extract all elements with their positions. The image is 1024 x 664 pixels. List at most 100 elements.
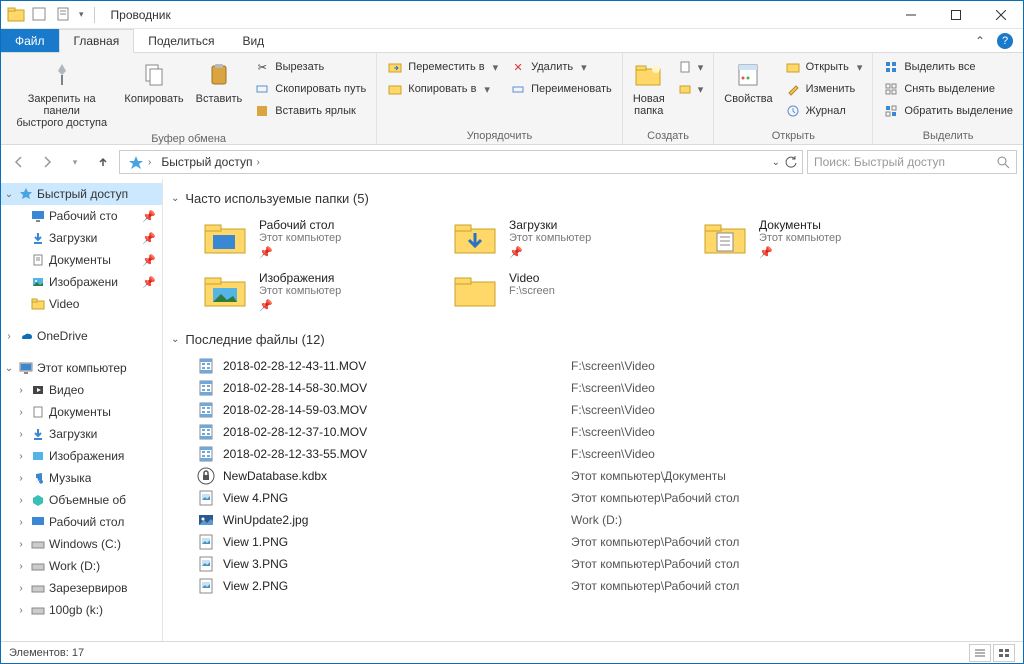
file-row[interactable]: 2018-02-28-14-59-03.MOVF:\screen\Video bbox=[197, 399, 1013, 421]
folder-item[interactable]: ДокументыЭтот компьютер📌 bbox=[697, 214, 937, 263]
refresh-button[interactable] bbox=[784, 155, 798, 169]
content-pane[interactable]: ⌄ Часто используемые папки (5) Рабочий с… bbox=[163, 179, 1023, 641]
open-button[interactable]: Открыть▾ bbox=[781, 57, 867, 77]
tree-drive-backup[interactable]: ›Зарезервиров bbox=[1, 577, 162, 599]
documents-icon bbox=[30, 404, 46, 420]
tree-videos[interactable]: ›Видео bbox=[1, 379, 162, 401]
nav-recent-button[interactable]: ▾ bbox=[63, 150, 87, 174]
copy-to-button[interactable]: Копировать в▾ bbox=[383, 79, 502, 99]
breadcrumb-dropdown-icon[interactable]: ⌄ bbox=[772, 157, 780, 168]
file-row[interactable]: View 1.PNGЭтот компьютер\Рабочий стол bbox=[197, 531, 1013, 553]
maximize-button[interactable] bbox=[933, 1, 978, 29]
nav-forward-button[interactable] bbox=[35, 150, 59, 174]
tab-share[interactable]: Поделиться bbox=[134, 29, 228, 52]
tree-documents[interactable]: Документы📌 bbox=[1, 249, 162, 271]
file-row[interactable]: View 2.PNGЭтот компьютер\Рабочий стол bbox=[197, 575, 1013, 597]
pin-button[interactable]: Закрепить на панели быстрого доступа bbox=[7, 57, 116, 131]
tree-downloads[interactable]: Загрузки📌 bbox=[1, 227, 162, 249]
nav-up-button[interactable] bbox=[91, 150, 115, 174]
file-row[interactable]: View 4.PNG Этот компьютер\Рабочий стол bbox=[197, 487, 1013, 509]
file-row[interactable]: NewDatabase.kdbxЭтот компьютер\Документы bbox=[197, 465, 1013, 487]
drive-icon bbox=[30, 580, 46, 596]
qa-dropdown-icon[interactable]: ▾ bbox=[79, 9, 84, 20]
breadcrumb[interactable]: › Быстрый доступ› ⌄ bbox=[119, 150, 803, 174]
close-button[interactable] bbox=[978, 1, 1023, 29]
qa-props-icon[interactable] bbox=[55, 6, 73, 24]
nav-tree[interactable]: ⌄Быстрый доступ Рабочий сто📌 Загрузки📌 Д… bbox=[1, 179, 163, 641]
tab-file[interactable]: Файл bbox=[1, 29, 59, 52]
copy-path-icon bbox=[254, 81, 270, 97]
easy-access-button[interactable]: ▾ bbox=[673, 79, 708, 99]
tree-video[interactable]: Video bbox=[1, 293, 162, 315]
tree-onedrive[interactable]: ›OneDrive bbox=[1, 325, 162, 347]
folder-item[interactable]: VideoF:\screen bbox=[447, 267, 687, 316]
tree-drive-d[interactable]: ›Work (D:) bbox=[1, 555, 162, 577]
file-path: Этот компьютер\Рабочий стол bbox=[571, 491, 739, 505]
properties-button[interactable]: Свойства bbox=[720, 57, 776, 107]
section-recent-files[interactable]: ⌄ Последние файлы (12) bbox=[167, 326, 1013, 355]
paste-shortcut-button[interactable]: Вставить ярлык bbox=[250, 101, 370, 121]
pictures-icon bbox=[30, 274, 46, 290]
ribbon-collapse-icon[interactable]: ⌃ bbox=[975, 34, 985, 48]
folder-location: F:\screen bbox=[509, 285, 555, 297]
breadcrumb-root-icon[interactable]: › bbox=[124, 154, 155, 170]
file-row[interactable]: 2018-02-28-12-33-55.MOVF:\screen\Video bbox=[197, 443, 1013, 465]
file-row[interactable]: 2018-02-28-14-58-30.MOVF:\screen\Video bbox=[197, 377, 1013, 399]
copy-path-button[interactable]: Скопировать путь bbox=[250, 79, 370, 99]
star-icon bbox=[18, 186, 34, 202]
rename-button[interactable]: Переименовать bbox=[506, 79, 616, 99]
nav-back-button[interactable] bbox=[7, 150, 31, 174]
section-frequent-folders[interactable]: ⌄ Часто используемые папки (5) bbox=[167, 185, 1013, 214]
select-all-button[interactable]: Выделить все bbox=[879, 57, 1017, 77]
tree-this-pc[interactable]: ⌄Этот компьютер bbox=[1, 357, 162, 379]
minimize-button[interactable] bbox=[888, 1, 933, 29]
file-path: Work (D:) bbox=[571, 513, 622, 527]
tree-music[interactable]: ›Музыка bbox=[1, 467, 162, 489]
qa-save-icon[interactable] bbox=[31, 6, 49, 24]
tree-pictures[interactable]: Изображени📌 bbox=[1, 271, 162, 293]
tree-pictures2[interactable]: ›Изображения bbox=[1, 445, 162, 467]
breadcrumb-seg-0[interactable]: Быстрый доступ› bbox=[157, 155, 263, 169]
history-button[interactable]: Журнал bbox=[781, 101, 867, 121]
new-item-button[interactable]: ▾ bbox=[673, 57, 708, 77]
file-row[interactable]: WinUpdate2.jpgWork (D:) bbox=[197, 509, 1013, 531]
tree-desktop2[interactable]: ›Рабочий стол bbox=[1, 511, 162, 533]
tree-documents2[interactable]: ›Документы bbox=[1, 401, 162, 423]
file-icon bbox=[197, 577, 215, 595]
file-name: View 4.PNG bbox=[223, 491, 563, 505]
file-row[interactable]: View 3.PNGЭтот компьютер\Рабочий стол bbox=[197, 553, 1013, 575]
help-icon[interactable]: ? bbox=[997, 33, 1013, 49]
new-folder-button[interactable]: Новая папка bbox=[629, 57, 669, 119]
cut-button[interactable]: ✂Вырезать bbox=[250, 57, 370, 77]
properties-icon bbox=[732, 59, 764, 91]
copy-button[interactable]: Копировать bbox=[120, 57, 187, 107]
delete-button[interactable]: ✕Удалить▾ bbox=[506, 57, 616, 77]
invert-selection-button[interactable]: Обратить выделение bbox=[879, 101, 1017, 121]
tree-desktop[interactable]: Рабочий сто📌 bbox=[1, 205, 162, 227]
file-icon bbox=[197, 555, 215, 573]
folder-name: Video bbox=[509, 271, 555, 285]
paste-button[interactable]: Вставить bbox=[192, 57, 247, 107]
open-icon bbox=[785, 59, 801, 75]
edit-button[interactable]: Изменить bbox=[781, 79, 867, 99]
tree-3d-objects[interactable]: ›Объемные об bbox=[1, 489, 162, 511]
tree-downloads2[interactable]: ›Загрузки bbox=[1, 423, 162, 445]
view-details-button[interactable] bbox=[969, 644, 991, 662]
file-row[interactable]: 2018-02-28-12-37-10.MOVF:\screen\Video bbox=[197, 421, 1013, 443]
documents-icon bbox=[30, 252, 46, 268]
tab-view[interactable]: Вид bbox=[228, 29, 278, 52]
select-none-button[interactable]: Снять выделение bbox=[879, 79, 1017, 99]
folder-location: Этот компьютер bbox=[509, 232, 591, 244]
pin-icon: 📌 bbox=[759, 246, 841, 259]
search-input[interactable] bbox=[807, 150, 1017, 174]
folder-item[interactable]: ЗагрузкиЭтот компьютер📌 bbox=[447, 214, 687, 263]
folder-item[interactable]: Рабочий столЭтот компьютер📌 bbox=[197, 214, 437, 263]
folder-item[interactable]: ИзображенияЭтот компьютер📌 bbox=[197, 267, 437, 316]
move-to-button[interactable]: Переместить в▾ bbox=[383, 57, 502, 77]
tree-quick-access[interactable]: ⌄Быстрый доступ bbox=[1, 183, 162, 205]
tab-home[interactable]: Главная bbox=[59, 29, 135, 53]
tree-drive-100gb[interactable]: ›100gb (k:) bbox=[1, 599, 162, 621]
file-row[interactable]: 2018-02-28-12-43-11.MOVF:\screen\Video bbox=[197, 355, 1013, 377]
view-icons-button[interactable] bbox=[993, 644, 1015, 662]
tree-drive-c[interactable]: ›Windows (C:) bbox=[1, 533, 162, 555]
